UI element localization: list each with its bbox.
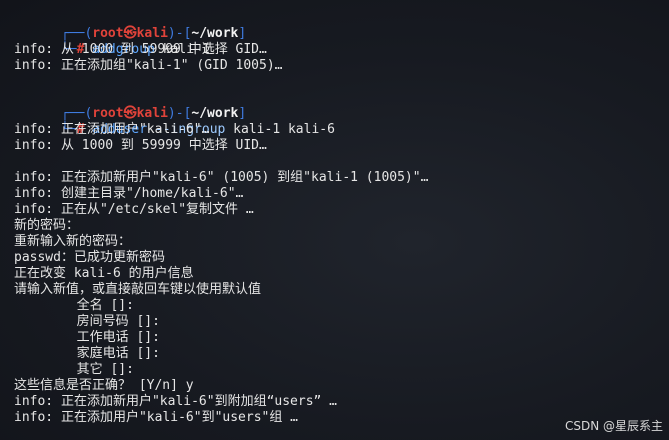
- terminal-output: ┌──(root㉿kali)-[~/work] └─# addgroup kal…: [14, 10, 665, 426]
- prompt-line-1: ┌──(root㉿kali)-[~/work]: [14, 10, 665, 41]
- output-line: 重新输入新的密码：: [14, 234, 132, 249]
- prompt-line-2: ┌──(root㉿kali)-[~/work]: [14, 90, 665, 121]
- output-line: info: 正在添加组"kali-1" (GID 1005)…: [14, 58, 283, 73]
- output-line: info: 正在从"/etc/skel"复制文件 …: [14, 202, 254, 217]
- prompt-host: kali: [136, 106, 168, 121]
- output-line: info: 正在添加新用户"kali-6"到附加组“users” …: [14, 394, 338, 409]
- output-line: passwd：已成功更新密码: [14, 250, 165, 265]
- prompt-open: ┌──(: [60, 106, 93, 121]
- output-line: 请输入新值，或直接敲回车键以使用默认值: [14, 282, 262, 297]
- prompt-cwd-close: ]: [238, 26, 247, 41]
- output-line: info: 创建主目录"/home/kali-6"…: [14, 186, 244, 201]
- prompt-cwd-close: ]: [238, 106, 247, 121]
- output-line: 其它 []:: [14, 362, 134, 377]
- output-line: 新的密码：: [14, 218, 80, 233]
- prompt-host: kali: [136, 26, 168, 41]
- prompt-cwd: ~/work: [191, 106, 239, 121]
- prompt-cwd: ~/work: [191, 26, 239, 41]
- output-line: 房间号码 []:: [14, 314, 160, 329]
- prompt-user: root: [92, 26, 124, 41]
- csdn-watermark: CSDN @星辰系主: [564, 419, 663, 433]
- output-line: info: 正在添加用户"kali-6"…: [14, 122, 210, 137]
- prompt-user: root: [92, 106, 124, 121]
- output-line: info: 从 1000 到 59999 中选择 GID…: [14, 42, 267, 57]
- prompt-open: ┌──(: [60, 26, 93, 41]
- output-line: 正在改变 kali-6 的用户信息: [14, 266, 194, 281]
- prompt-at: ㉿: [123, 26, 137, 41]
- prompt-mid: )-[: [167, 106, 192, 121]
- command-args: kali-1 kali-6: [225, 122, 335, 137]
- output-line: 家庭电话 []:: [14, 346, 160, 361]
- output-line: 这些信息是否正确？ [Y/n] y: [14, 378, 194, 393]
- output-line: 工作电话 []:: [14, 330, 160, 345]
- output-line: 全名 []:: [14, 298, 134, 313]
- terminal-window[interactable]: ┌──(root㉿kali)-[~/work] └─# addgroup kal…: [0, 0, 669, 440]
- output-line: info: 正在添加新用户"kali-6" (1005) 到组"kali-1 (…: [14, 170, 429, 185]
- prompt-at: ㉿: [123, 106, 137, 121]
- output-line: info: 从 1000 到 59999 中选择 UID…: [14, 138, 267, 153]
- prompt-mid: )-[: [167, 26, 192, 41]
